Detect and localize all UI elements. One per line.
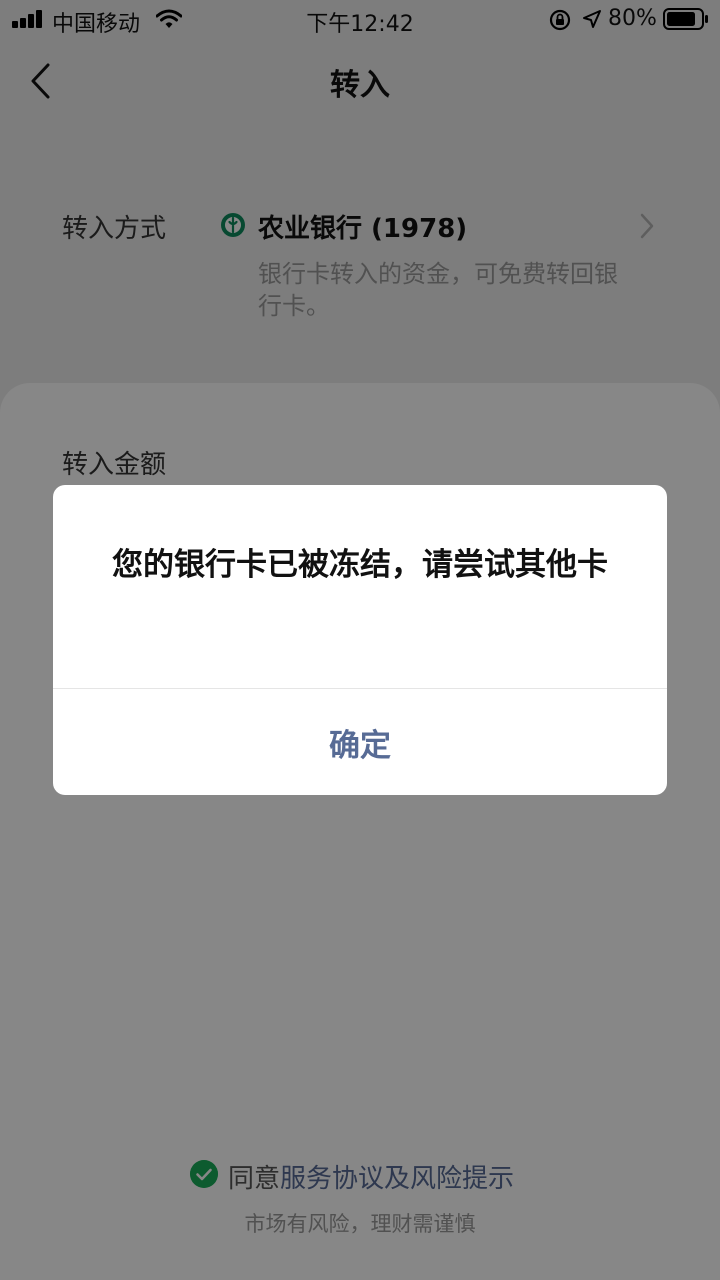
dialog-message: 您的银行卡已被冻结，请尝试其他卡 xyxy=(112,547,608,583)
confirm-button[interactable]: 确定 xyxy=(53,689,667,795)
alert-dialog: 您的银行卡已被冻结，请尝试其他卡 确定 xyxy=(53,485,667,795)
